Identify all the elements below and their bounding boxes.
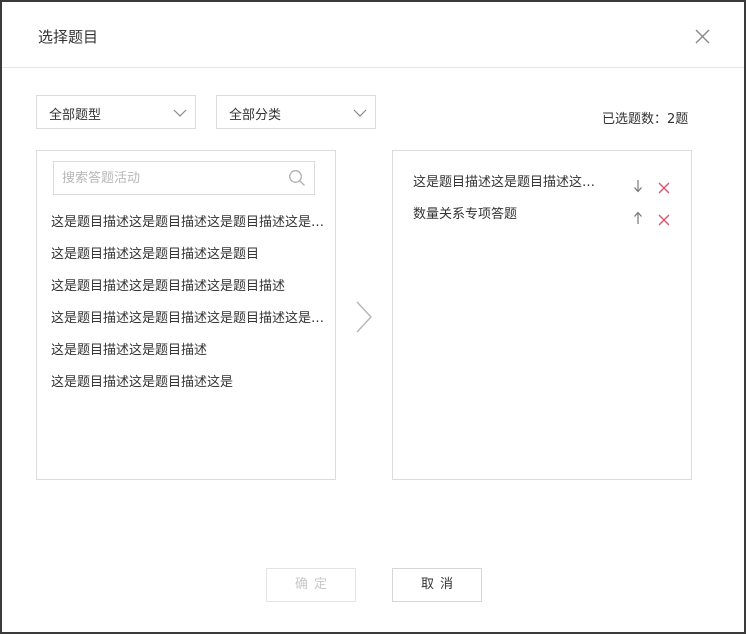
list-item[interactable]: 这是题目描述这是题目描述这是题目描述: [51, 271, 331, 303]
selected-count: 已选题数：2题: [602, 112, 689, 127]
selected-item-label: 数量关系专项答题: [413, 207, 518, 222]
arrow-down-icon[interactable]: [631, 175, 645, 193]
selected-list-panel: 这是题目描述这是题目描述这是题目描述 数量关系专项答题: [392, 150, 692, 480]
question-type-value: 全部题型: [49, 108, 102, 123]
confirm-button[interactable]: 确定: [266, 568, 356, 602]
select-question-dialog: 选择题目 全部题型 全部分类 已选题数：2题 搜索答题活动 这是题目描述这是题目…: [2, 2, 744, 632]
chevron-down-icon: [173, 107, 187, 117]
selected-item: 这是题目描述这是题目描述这是题目描述: [413, 167, 683, 199]
search-icon[interactable]: [288, 169, 306, 187]
close-icon[interactable]: [692, 26, 712, 46]
delete-icon[interactable]: [657, 208, 671, 226]
cancel-button[interactable]: 取消: [392, 568, 482, 602]
list-item[interactable]: 这是题目描述这是题目描述这是题目描述这是题目描述这是题目描述: [51, 303, 331, 335]
list-item[interactable]: 这是题目描述这是题目描述: [51, 335, 331, 367]
search-input[interactable]: [54, 162, 284, 194]
delete-icon[interactable]: [657, 176, 671, 194]
question-type-select[interactable]: 全部题型: [36, 95, 196, 129]
list-item[interactable]: 这是题目描述这是题目描述这是: [51, 367, 331, 399]
arrow-up-icon[interactable]: [631, 207, 645, 224]
selected-list: 这是题目描述这是题目描述这是题目描述 数量关系专项答题: [413, 167, 683, 231]
dialog-title: 选择题目: [38, 28, 99, 46]
list-item[interactable]: 这是题目描述这是题目描述这是题目描述这是题目描述这是题目描述: [51, 207, 331, 239]
chevron-right-icon[interactable]: [354, 300, 374, 334]
dialog-header: 选择题目: [2, 2, 744, 68]
chevron-down-icon: [353, 107, 367, 117]
search-box: [53, 161, 315, 195]
category-select[interactable]: 全部分类: [216, 95, 376, 129]
selected-item-label: 这是题目描述这是题目描述这是题目描述: [413, 175, 607, 190]
category-value: 全部分类: [229, 108, 282, 123]
list-item[interactable]: 这是题目描述这是题目描述这是题目: [51, 239, 331, 271]
question-list-panel: 这是题目描述这是题目描述这是题目描述这是题目描述这是题目描述 这是题目描述这是题…: [36, 150, 336, 480]
selected-item: 数量关系专项答题: [413, 199, 683, 231]
question-list: 这是题目描述这是题目描述这是题目描述这是题目描述这是题目描述 这是题目描述这是题…: [51, 207, 331, 399]
